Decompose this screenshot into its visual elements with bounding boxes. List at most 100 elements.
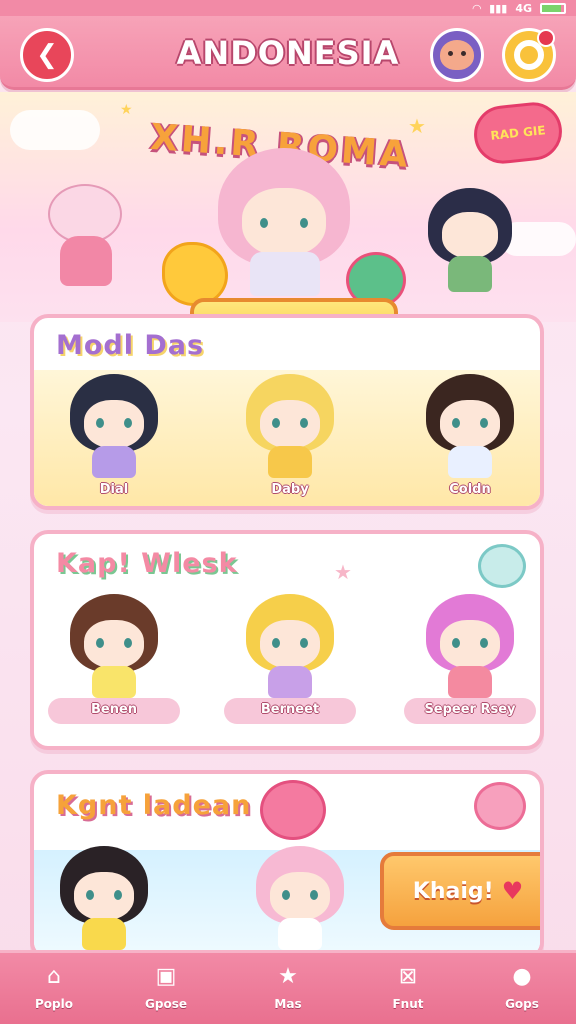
bottom-tab-bar: ⌂ Poplo ▣ Gpose ★ Mas ⊠ Fnut ● Gops [0,950,576,1024]
yellow-blob-mascot [162,242,228,306]
home-icon: ⌂ [47,963,61,989]
tab-label: Gops [505,997,539,1011]
character-eye [260,218,268,228]
character-body [448,666,492,698]
character-eye [310,890,318,900]
character-card[interactable] [240,846,360,956]
character-eye [480,418,488,428]
character-eye [480,638,488,648]
heart-icon: ♥ [501,877,524,905]
character-name: Coldn [449,482,491,497]
mascot-head [48,184,122,244]
character-eye [300,418,308,428]
character-name: Daby [271,482,309,497]
tab-gpose[interactable]: ▣ Gpose [118,961,214,1021]
character-card[interactable]: Coldn [410,374,530,504]
character-body [268,446,312,478]
character-card[interactable]: Daby [230,374,350,504]
tab-gops[interactable]: ● Gops [474,961,570,1021]
panel-title: Modl Das [56,330,205,361]
wifi-icon: ◠ [472,1,482,15]
chat-bubble-icon [260,780,326,840]
character-face [260,620,320,668]
character-card[interactable]: Dial [54,374,174,504]
character-name: Sepeer Rsey [424,702,516,717]
hero-banner: ★ ★ XH.R ROMA RAD GIE PBOB ADIS [0,92,576,352]
back-button[interactable]: ❮ [20,28,74,82]
character-name: Berneet [260,702,320,717]
character-eye [272,418,280,428]
signal-icon: ▮▮▮ [489,1,508,15]
card-icon: ▣ [155,963,177,989]
character-eye [282,890,290,900]
pink-cat-mascot [40,184,130,294]
panel-title: Kap! Wlesk [56,548,238,579]
character-card[interactable]: Sepeer Rsey [404,594,536,724]
character-panel-2: Kap! Wlesk ★ Benen Berneet Sepeer Rsey [30,530,544,750]
character-eye [124,638,132,648]
heart-bubble-icon [478,544,526,588]
character-card[interactable] [44,846,164,956]
character-body [278,918,322,950]
character-body [268,666,312,698]
top-bar: ❮ ANDONESIA [0,16,576,90]
tab-fnut[interactable]: ⊠ Fnut [360,961,456,1021]
character-face [242,188,326,256]
character-eye [300,638,308,648]
panel-title: Kgnt ladean [56,790,252,821]
mascot-body [60,236,112,286]
character-eye [452,418,460,428]
tab-mas[interactable]: ★ Mas [240,961,336,1021]
character-body [92,666,136,698]
status-icons: ◠ ▮▮▮ 4G [473,0,566,16]
tab-poplo[interactable]: ⌂ Poplo [6,961,102,1021]
pet-face-icon [440,40,474,70]
character-body [250,252,320,296]
tab-label: Fnut [392,997,424,1011]
network-label: 4G [515,1,532,15]
crossed-box-icon: ⊠ [398,963,418,989]
star-icon: ★ [120,102,133,118]
character-eye [272,638,280,648]
star-icon: ★ [334,560,352,584]
chat-bubble-icon [474,782,526,830]
character-panel-3: Kgnt ladean Khaig! ♥ [30,770,544,960]
character-body [82,918,126,950]
user-icon: ● [512,963,532,989]
speech-badge[interactable]: RAD GIE [471,99,565,167]
back-arrow-icon: ❮ [36,40,58,70]
character-card[interactable]: Berneet [224,594,356,724]
character-face [84,620,144,668]
character-name: Dial [99,482,129,497]
character-eye [300,218,308,228]
page-title: ANDONESIA [176,34,400,72]
character-face [270,872,330,920]
character-body [448,446,492,478]
character-face [84,400,144,448]
status-bar: ◠ ▮▮▮ 4G [0,0,576,16]
character-face [440,400,500,448]
cloud-decoration [10,110,100,150]
character-eye [452,638,460,648]
cta-button[interactable]: Khaig! ♥ [380,852,540,930]
character-eye [96,638,104,648]
character-face [74,872,134,920]
character-face [260,400,320,448]
hero-character [214,148,354,298]
battery-icon [540,2,566,14]
side-character [428,188,514,298]
character-name: Benen [90,702,138,717]
character-face [442,212,498,258]
pet-button[interactable] [430,28,484,82]
character-card[interactable]: Benen [48,594,180,724]
character-eye [86,890,94,900]
battery-fill [542,4,561,12]
tab-label: Mas [274,997,302,1011]
character-panel-1: Modl Das Dial Daby Coldn [30,314,544,510]
notification-button[interactable] [502,28,556,82]
character-eye [96,418,104,428]
tab-label: Poplo [35,997,73,1011]
character-face [440,620,500,668]
character-body [92,446,136,478]
notification-dot [537,29,555,47]
